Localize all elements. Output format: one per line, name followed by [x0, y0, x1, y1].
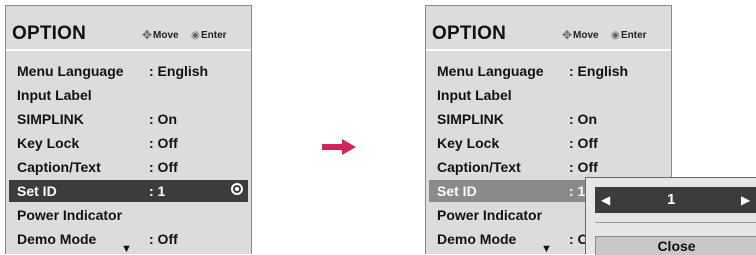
move-hint-label: Move	[153, 30, 179, 41]
menu-item-value: : 1	[569, 183, 586, 199]
menu-item-input-label[interactable]: Input Label	[429, 84, 668, 106]
menu-item-power-indicator[interactable]: Power Indicator	[9, 204, 248, 226]
menu-item-label: Input Label	[437, 87, 512, 103]
menu-item-value: : Off	[569, 135, 598, 151]
move-icon: ✥	[562, 28, 573, 42]
transition-arrow-icon	[322, 139, 356, 155]
set-id-value-selector[interactable]: ◀ 1 ▶	[595, 187, 756, 213]
menu-item-label: Power Indicator	[437, 207, 543, 223]
menu-item-label: Demo Mode	[437, 231, 517, 247]
menu-item-label: Key Lock	[437, 135, 500, 151]
menu-item-label: Power Indicator	[17, 207, 123, 223]
menu-item-menu-language[interactable]: Menu Language : English	[429, 60, 668, 82]
menu-item-caption-text[interactable]: Caption/Text : Off	[429, 156, 668, 178]
menu-item-simplink[interactable]: SIMPLINK : On	[9, 108, 248, 130]
enter-hint-label: Enter	[201, 30, 227, 41]
menu-item-caption-text[interactable]: Caption/Text : Off	[9, 156, 248, 178]
enter-icon: ◉	[611, 30, 620, 41]
menu-header: OPTION ✥ Move ◉ Enter	[6, 6, 251, 51]
set-id-value: 1	[667, 191, 676, 208]
move-icon: ✥	[142, 28, 153, 42]
menu-item-value: : On	[569, 111, 597, 127]
menu-item-label: SIMPLINK	[437, 111, 504, 127]
option-menu-before: OPTION ✥ Move ◉ Enter Menu Language : En…	[5, 5, 252, 255]
enter-icon: ◉	[191, 30, 200, 41]
menu-title: OPTION	[12, 23, 87, 44]
menu-item-label: Set ID	[437, 183, 477, 199]
menu-item-value: : On	[149, 111, 177, 127]
menu-item-value: : 1	[149, 183, 166, 199]
close-button[interactable]: Close	[595, 236, 756, 255]
menu-item-label: Set ID	[17, 183, 57, 199]
enter-ring-icon	[231, 183, 243, 195]
right-arrow-icon[interactable]: ▶	[741, 193, 750, 207]
menu-item-set-id[interactable]: Set ID : 1	[9, 180, 248, 202]
move-hint-label: Move	[573, 30, 599, 41]
menu-item-value: : English	[149, 63, 209, 79]
menu-item-label: Key Lock	[17, 135, 80, 151]
menu-item-label: Demo Mode	[17, 231, 97, 247]
menu-item-key-lock[interactable]: Key Lock : Off	[429, 132, 668, 154]
menu-item-label: Input Label	[17, 87, 92, 103]
menu-item-label: SIMPLINK	[17, 111, 84, 127]
set-id-popup: ◀ 1 ▶ Close	[585, 177, 756, 255]
scroll-down-icon[interactable]: ▼	[541, 244, 552, 255]
menu-item-value: : English	[569, 63, 629, 79]
menu-item-input-label[interactable]: Input Label	[9, 84, 248, 106]
menu-item-key-lock[interactable]: Key Lock : Off	[9, 132, 248, 154]
menu-item-value: : Off	[149, 231, 178, 247]
menu-item-label: Menu Language	[437, 63, 544, 79]
menu-item-simplink[interactable]: SIMPLINK : On	[429, 108, 668, 130]
scroll-down-icon[interactable]: ▼	[121, 244, 132, 255]
menu-item-label: Caption/Text	[17, 159, 101, 175]
menu-item-value: : Off	[149, 135, 178, 151]
menu-item-value: : Off	[149, 159, 178, 175]
menu-item-menu-language[interactable]: Menu Language : English	[9, 60, 248, 82]
menu-item-label: Caption/Text	[437, 159, 521, 175]
enter-hint-label: Enter	[621, 30, 647, 41]
menu-title: OPTION	[432, 23, 507, 44]
menu-item-label: Menu Language	[17, 63, 124, 79]
menu-header: OPTION ✥ Move ◉ Enter	[426, 6, 671, 51]
menu-item-value: : Off	[569, 159, 598, 175]
divider	[595, 222, 756, 223]
left-arrow-icon[interactable]: ◀	[601, 193, 610, 207]
